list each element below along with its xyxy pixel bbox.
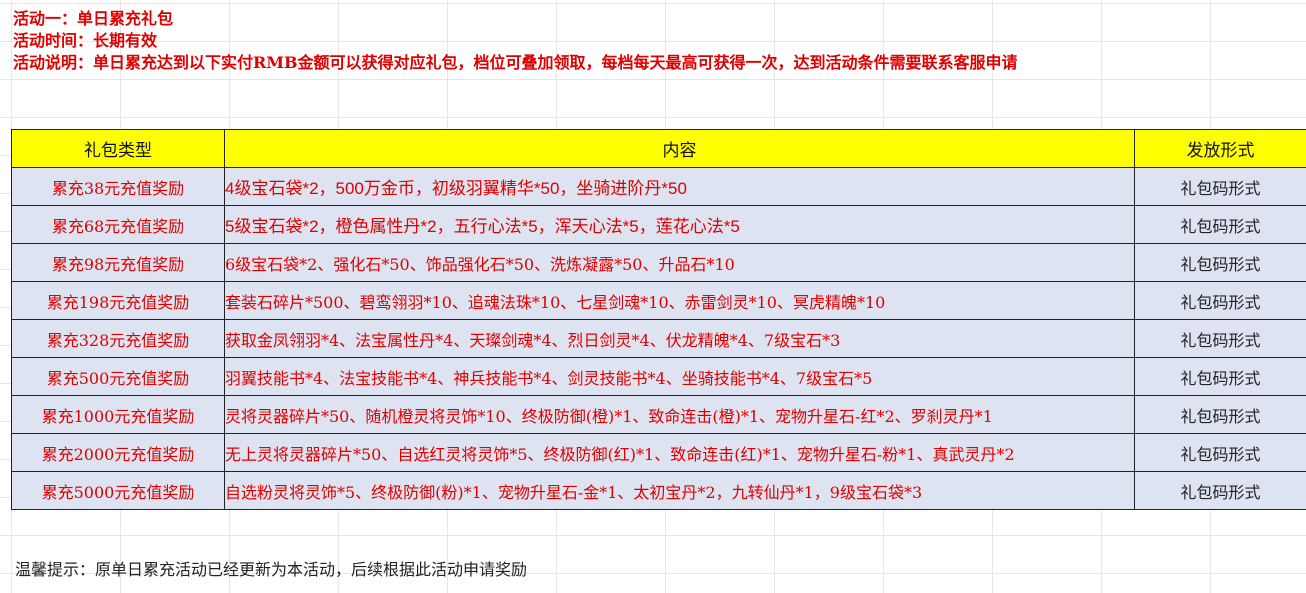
activity-description: 活动说明：单日累充达到以下实付RMB金额可以获得对应礼包，档位可叠加领取，每档每… [13, 53, 1018, 72]
table-row: 累充68元充值奖励 5级宝石袋*2，橙色属性丹*2，五行心法*5，浑天心法*5，… [11, 205, 1306, 244]
cell-type[interactable]: 累充198元充值奖励 [11, 281, 225, 320]
cell-type[interactable]: 累充38元充值奖励 [11, 167, 225, 206]
cell-form[interactable]: 礼包码形式 [1134, 471, 1306, 510]
cell-type[interactable]: 累充68元充值奖励 [11, 205, 225, 244]
cell-content[interactable]: 6级宝石袋*2、强化石*50、饰品强化石*50、洗炼凝露*50、升品石*10 [224, 243, 1135, 282]
table-row: 累充328元充值奖励 获取金凤翎羽*4、法宝属性丹*4、天璨剑魂*4、烈日剑灵*… [11, 319, 1306, 358]
cell-form[interactable]: 礼包码形式 [1134, 319, 1306, 358]
gift-table: 礼包类型 内容 发放形式 累充38元充值奖励 4级宝石袋*2，500万金币，初级… [11, 129, 1306, 510]
cell-content[interactable]: 羽翼技能书*4、法宝技能书*4、神兵技能书*4、剑灵技能书*4、坐骑技能书*4、… [224, 357, 1135, 396]
table-header-row: 礼包类型 内容 发放形式 [11, 129, 1306, 168]
table-row: 累充2000元充值奖励 无上灵将灵器碎片*50、自选红灵将灵饰*5、终极防御(红… [11, 433, 1306, 472]
cell-type[interactable]: 累充328元充值奖励 [11, 319, 225, 358]
cell-content[interactable]: 套装石碎片*500、碧鸾翎羽*10、追魂法珠*10、七星剑魂*10、赤雷剑灵*1… [224, 281, 1135, 320]
cell-type[interactable]: 累充5000元充值奖励 [11, 471, 225, 510]
cell-form[interactable]: 礼包码形式 [1134, 243, 1306, 282]
column-header-content[interactable]: 内容 [224, 129, 1135, 168]
cell-content[interactable]: 自选粉灵将灵饰*5、终极防御(粉)*1、宠物升星石-金*1、太初宝丹*2，九转仙… [224, 471, 1135, 510]
cell-type[interactable]: 累充2000元充值奖励 [11, 433, 225, 472]
cell-form[interactable]: 礼包码形式 [1134, 205, 1306, 244]
cell-form[interactable]: 礼包码形式 [1134, 281, 1306, 320]
column-header-type[interactable]: 礼包类型 [11, 129, 225, 168]
activity-time: 活动时间：长期有效 [13, 31, 158, 50]
activity-header: 活动一：单日累充礼包 活动时间：长期有效 活动说明：单日累充达到以下实付RMB金… [13, 8, 1018, 74]
cell-type[interactable]: 累充500元充值奖励 [11, 357, 225, 396]
cell-form[interactable]: 礼包码形式 [1134, 357, 1306, 396]
cell-content[interactable]: 灵将灵器碎片*50、随机橙灵将灵饰*10、终极防御(橙)*1、致命连击(橙)*1… [224, 395, 1135, 434]
cell-type[interactable]: 累充1000元充值奖励 [11, 395, 225, 434]
cell-form[interactable]: 礼包码形式 [1134, 395, 1306, 434]
column-header-form[interactable]: 发放形式 [1134, 129, 1306, 168]
cell-form[interactable]: 礼包码形式 [1134, 433, 1306, 472]
cell-content[interactable]: 4级宝石袋*2，500万金币，初级羽翼精华*50，坐骑进阶丹*50 [224, 167, 1135, 206]
cell-content[interactable]: 无上灵将灵器碎片*50、自选红灵将灵饰*5、终极防御(红)*1、致命连击(红)*… [224, 433, 1135, 472]
cell-type[interactable]: 累充98元充值奖励 [11, 243, 225, 282]
activity-title: 活动一：单日累充礼包 [13, 9, 174, 28]
table-row: 累充5000元充值奖励 自选粉灵将灵饰*5、终极防御(粉)*1、宠物升星石-金*… [11, 471, 1306, 510]
cell-content[interactable]: 5级宝石袋*2，橙色属性丹*2，五行心法*5，浑天心法*5，莲花心法*5 [224, 205, 1135, 244]
warm-tip: 温馨提示：原单日累充活动已经更新为本活动，后续根据此活动申请奖励 [15, 560, 528, 579]
table-row: 累充98元充值奖励 6级宝石袋*2、强化石*50、饰品强化石*50、洗炼凝露*5… [11, 243, 1306, 282]
cell-form[interactable]: 礼包码形式 [1134, 167, 1306, 206]
cell-content[interactable]: 获取金凤翎羽*4、法宝属性丹*4、天璨剑魂*4、烈日剑灵*4、伏龙精魄*4、7级… [224, 319, 1135, 358]
table-row: 累充1000元充值奖励 灵将灵器碎片*50、随机橙灵将灵饰*10、终极防御(橙)… [11, 395, 1306, 434]
table-row: 累充38元充值奖励 4级宝石袋*2，500万金币，初级羽翼精华*50，坐骑进阶丹… [11, 167, 1306, 206]
table-row: 累充500元充值奖励 羽翼技能书*4、法宝技能书*4、神兵技能书*4、剑灵技能书… [11, 357, 1306, 396]
table-row: 累充198元充值奖励 套装石碎片*500、碧鸾翎羽*10、追魂法珠*10、七星剑… [11, 281, 1306, 320]
